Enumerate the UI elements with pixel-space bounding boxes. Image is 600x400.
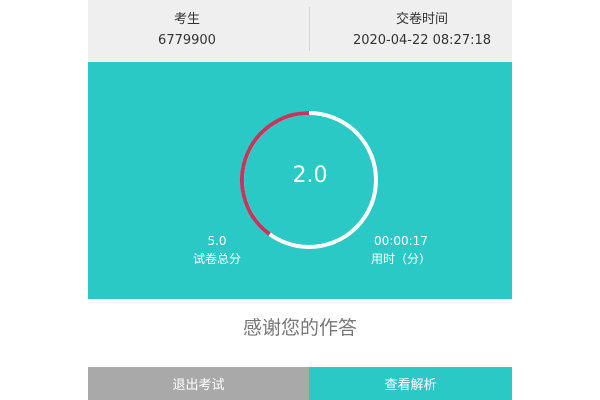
candidate-id: 6779900: [158, 33, 216, 48]
total-score-stat: 5.0 试卷总分: [182, 232, 252, 268]
view-analysis-button[interactable]: 查看解析: [309, 367, 512, 400]
score-panel: 2.0 5.0 试卷总分 00:00:17 用时（分）: [88, 62, 512, 299]
exam-result-page: 考生 6779900 交卷时间 2020-04-22 08:27:18 2.0 …: [0, 0, 600, 400]
submit-time-info: 交卷时间 2020-04-22 08:27:18: [300, 0, 512, 62]
time-used-stat: 00:00:17 用时（分）: [356, 232, 446, 268]
exam-info-header: 考生 6779900 交卷时间 2020-04-22 08:27:18: [88, 0, 512, 62]
total-score-label: 试卷总分: [192, 252, 241, 266]
score-value: 2.0: [292, 163, 328, 188]
submit-time-label: 交卷时间: [395, 12, 448, 27]
thank-you-message: 感谢您的作答: [242, 317, 357, 339]
candidate-info: 考生 6779900: [88, 0, 300, 62]
candidate-label: 考生: [173, 12, 200, 27]
time-used-value: 00:00:17: [374, 234, 428, 248]
time-used-label: 用时（分）: [370, 252, 431, 266]
exit-exam-button[interactable]: 退出考试: [88, 367, 309, 400]
submit-time-value: 2020-04-22 08:27:18: [352, 33, 492, 48]
total-score-value: 5.0: [207, 234, 227, 248]
result-card: 考生 6779900 交卷时间 2020-04-22 08:27:18 2.0 …: [88, 0, 512, 400]
